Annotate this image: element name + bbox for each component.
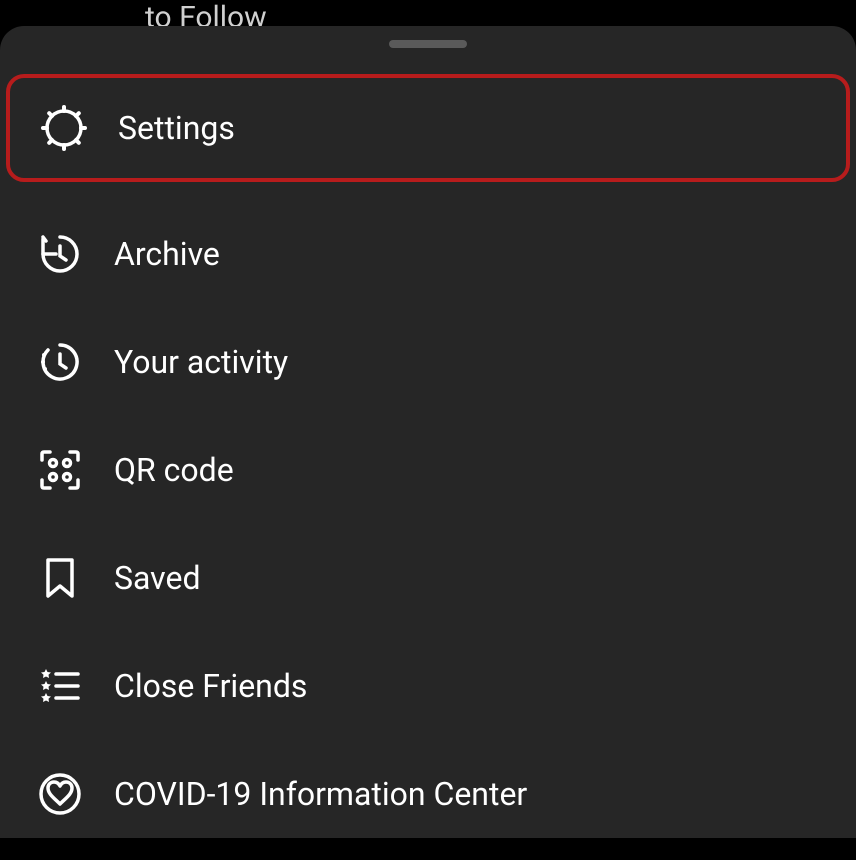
menu-item-covid-info[interactable]: COVID-19 Information Center: [6, 740, 850, 848]
bottom-bar: [0, 838, 856, 860]
archive-icon: [34, 228, 86, 280]
qr-code-icon: [34, 444, 86, 496]
menu-item-close-friends[interactable]: Close Friends: [6, 632, 850, 740]
menu-item-your-activity[interactable]: Your activity: [6, 308, 850, 416]
menu-item-settings[interactable]: Settings: [6, 74, 850, 182]
menu-item-archive[interactable]: Archive: [6, 200, 850, 308]
close-friends-icon: [34, 660, 86, 712]
menu-item-label: COVID-19 Information Center: [114, 775, 527, 813]
saved-icon: [34, 552, 86, 604]
menu-item-label: Close Friends: [114, 667, 307, 705]
activity-icon: [34, 336, 86, 388]
menu-item-label: Saved: [114, 559, 200, 597]
menu-item-label: Archive: [114, 235, 220, 273]
menu-item-qr-code[interactable]: QR code: [6, 416, 850, 524]
menu-item-saved[interactable]: Saved: [6, 524, 850, 632]
heart-circle-icon: [34, 768, 86, 820]
bottom-sheet: Settings Archive: [0, 26, 856, 860]
menu-item-label: QR code: [114, 451, 234, 489]
drag-handle[interactable]: [389, 40, 467, 48]
menu-list: Settings Archive: [0, 64, 856, 848]
menu-item-label: Your activity: [114, 343, 288, 381]
settings-icon: [38, 102, 90, 154]
menu-item-label: Settings: [118, 109, 235, 147]
